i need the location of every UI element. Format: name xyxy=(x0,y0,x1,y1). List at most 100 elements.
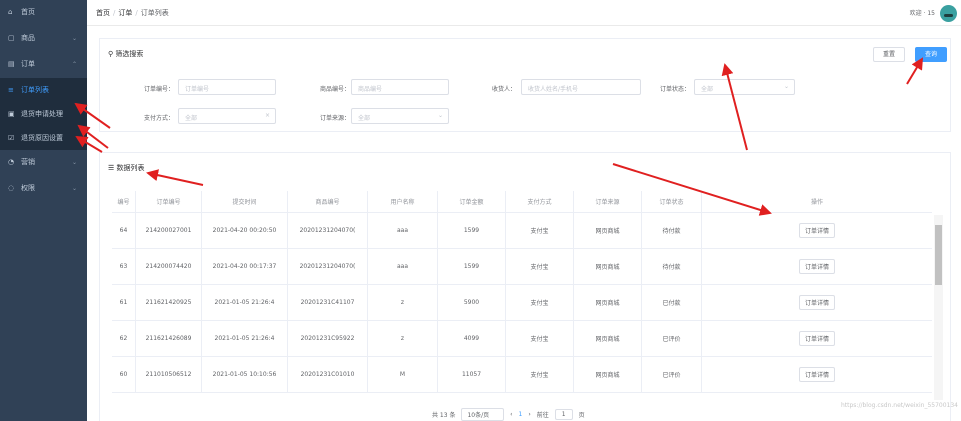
table-cell: 1599 xyxy=(438,249,506,284)
table-cell: 支付宝 xyxy=(506,213,574,248)
sidebar-item-order-list[interactable]: ≡ 订单列表 xyxy=(0,78,87,102)
order-source-value: 全部 xyxy=(358,115,371,122)
table-cell: M xyxy=(368,357,438,392)
table-cell: 211621420925 xyxy=(136,285,202,320)
list-panel: ☰ 数据列表 编号 订单编号 提交时间 商品编号 用户名称 订单金额 支付方式 … xyxy=(99,152,951,421)
table-cell: 网页商城 xyxy=(574,249,642,284)
receiver-label: 收货人： xyxy=(491,86,516,93)
table-cell: 2021-04-20 00:20:50 xyxy=(202,213,288,248)
table-cell: 61 xyxy=(112,285,136,320)
top-header: 首页 / 订单 / 订单列表 欢迎 · 15 xyxy=(87,0,961,26)
table-cell: 20201231204070( xyxy=(288,213,368,248)
sidebar-item-order[interactable]: ▤ 订单 ⌃ xyxy=(0,52,87,76)
page-size-select[interactable]: 10条/页 xyxy=(461,408,505,421)
table-cell: 214200027001 xyxy=(136,213,202,248)
table-cell: 4099 xyxy=(438,321,506,356)
order-status-select[interactable]: 全部 ⌄ xyxy=(694,79,795,95)
table-cell: 1599 xyxy=(438,213,506,248)
table-cell: 已付款 xyxy=(642,285,702,320)
receiver-input[interactable]: 收货人姓名/手机号 xyxy=(521,79,641,95)
pay-type-value: 全部 xyxy=(185,115,198,122)
table-header: 编号 订单编号 提交时间 商品编号 用户名称 订单金额 支付方式 订单来源 订单… xyxy=(112,191,932,213)
goto-label: 前往 xyxy=(536,412,549,419)
table-cell: 网页商城 xyxy=(574,213,642,248)
clear-icon: × xyxy=(264,112,270,119)
table-cell: 20201231204070( xyxy=(288,249,368,284)
table-cell: 支付宝 xyxy=(506,357,574,392)
search-panel: ⚲ 筛选搜索 重置 查询 订单编号： 订单编号 商品编号： 商品编号 收货人： … xyxy=(99,38,951,132)
col-header: 编号 xyxy=(112,191,136,212)
chevron-down-icon: ⌄ xyxy=(71,184,77,192)
sidebar-item-permission[interactable]: ◌ 权限 ⌄ xyxy=(0,176,87,200)
table-cell: 60 xyxy=(112,357,136,392)
table-cell: z xyxy=(368,285,438,320)
reset-button[interactable]: 重置 xyxy=(873,47,905,62)
sidebar-item-label: 营销 xyxy=(21,158,35,166)
table-row: 64 214200027001 2021-04-20 00:20:50 2020123… xyxy=(112,213,932,249)
pay-type-select[interactable]: 全部 × xyxy=(178,108,276,124)
sidebar-item-marketing[interactable]: ◔ 营销 ⌄ xyxy=(0,150,87,174)
order-source-select[interactable]: 全部 ⌄ xyxy=(351,108,449,124)
table-cell: 订单详情 xyxy=(702,285,932,320)
table-row: 61 211621420925 2021-01-05 21:26:4 20201231… xyxy=(112,285,932,321)
table-row: 62 211621426089 2021-01-05 21:26:4 20201231… xyxy=(112,321,932,357)
table-cell: 64 xyxy=(112,213,136,248)
table-cell: aaa xyxy=(368,249,438,284)
sidebar-item-return-apply[interactable]: ▣ 退货申请处理 xyxy=(0,102,87,126)
avatar[interactable] xyxy=(940,5,957,22)
search-panel-title: ⚲ 筛选搜索 xyxy=(108,50,144,58)
chevron-down-icon: ⌄ xyxy=(437,112,443,119)
order-detail-button[interactable]: 订单详情 xyxy=(798,295,835,310)
list-icon: ☰ xyxy=(108,164,117,172)
table-cell: 订单详情 xyxy=(702,213,932,248)
table-cell: 2021-01-05 21:26:4 xyxy=(202,321,288,356)
order-detail-button[interactable]: 订单详情 xyxy=(798,223,835,238)
list-panel-title: ☰ 数据列表 xyxy=(108,164,145,172)
watermark: https://blog.csdn.net/weixin_55700134 xyxy=(840,402,958,409)
table-cell: 订单详情 xyxy=(702,321,932,356)
table-cell: 网页商城 xyxy=(574,357,642,392)
table-cell: 2021-04-20 00:17:37 xyxy=(202,249,288,284)
sidebar-item-return-reason[interactable]: ☑ 退货原因设置 xyxy=(0,126,87,150)
table-cell: 已评价 xyxy=(642,321,702,356)
pay-type-label: 支付方式： xyxy=(143,115,174,122)
table-cell: 待付款 xyxy=(642,249,702,284)
breadcrumb-current: 订单列表 xyxy=(140,9,169,17)
breadcrumb-home[interactable]: 首页 xyxy=(96,9,110,17)
order-detail-button[interactable]: 订单详情 xyxy=(798,367,835,382)
table-scrollbar[interactable] xyxy=(934,215,943,400)
table-cell: 11057 xyxy=(438,357,506,392)
order-list-icon: ≡ xyxy=(8,85,14,94)
table-cell: 已评价 xyxy=(642,357,702,392)
order-status-value: 全部 xyxy=(701,86,714,93)
order-detail-button[interactable]: 订单详情 xyxy=(798,259,835,274)
next-page-button[interactable]: › xyxy=(528,411,530,418)
table-cell: 20201231C01010 xyxy=(288,357,368,392)
table-cell: aaa xyxy=(368,213,438,248)
user-name[interactable]: 欢迎 · 15 xyxy=(910,8,935,17)
product-no-input[interactable]: 商品编号 xyxy=(351,79,449,95)
pagination: 共 13 条 10条/页 ‹ 1 › 前往 1 页 xyxy=(432,408,585,421)
breadcrumb-order[interactable]: 订单 xyxy=(118,9,132,17)
sidebar-item-label: 权限 xyxy=(21,184,35,192)
order-detail-button[interactable]: 订单详情 xyxy=(798,331,835,346)
order-no-input[interactable]: 订单编号 xyxy=(178,79,276,95)
table-cell: 5900 xyxy=(438,285,506,320)
page-number[interactable]: 1 xyxy=(519,411,523,418)
table-cell: 2021-01-05 10:10:56 xyxy=(202,357,288,392)
return-apply-icon: ▣ xyxy=(8,109,15,118)
goto-input[interactable]: 1 xyxy=(554,409,573,420)
prev-page-button[interactable]: ‹ xyxy=(510,411,512,418)
breadcrumb: 首页 / 订单 / 订单列表 xyxy=(96,9,169,17)
table-cell: 支付宝 xyxy=(506,249,574,284)
sidebar-item-home[interactable]: ⌂ 首页 xyxy=(0,0,87,24)
table-cell: 支付宝 xyxy=(506,285,574,320)
order-status-label: 订单状态： xyxy=(659,86,690,93)
query-button[interactable]: 查询 xyxy=(915,47,947,62)
order-source-label: 订单来源： xyxy=(319,115,350,122)
order-icon: ▤ xyxy=(8,59,15,68)
table-cell: 支付宝 xyxy=(506,321,574,356)
col-header: 提交时间 xyxy=(202,191,288,212)
sidebar-item-product[interactable]: ▢ 商品 ⌄ xyxy=(0,26,87,50)
scrollbar-thumb[interactable] xyxy=(935,225,942,285)
